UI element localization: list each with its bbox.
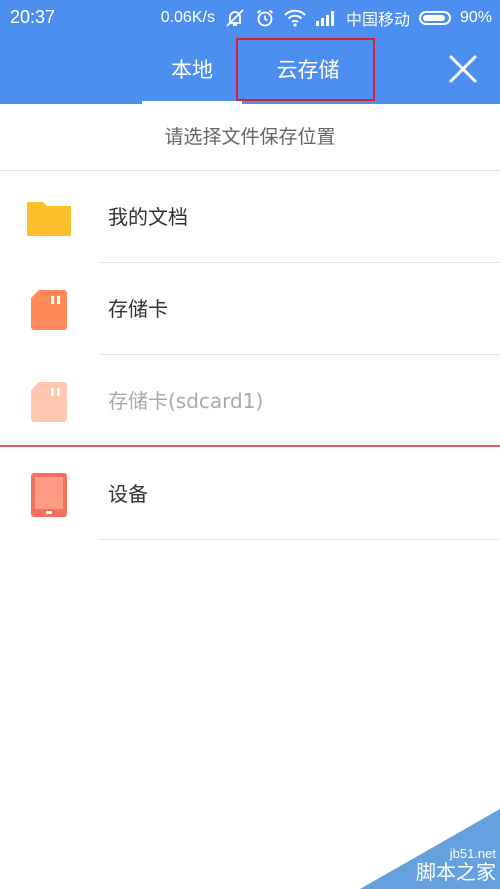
signal-icon (315, 10, 337, 26)
mute-vibrate-icon (224, 7, 246, 29)
location-item-storage-card[interactable]: 存储卡 (0, 263, 500, 355)
page-prompt: 请选择文件保存位置 (0, 104, 500, 171)
network-speed: 0.06K/s (160, 9, 215, 26)
tab-cloud-storage[interactable]: 云存储 (242, 36, 374, 104)
tablet-icon (31, 473, 67, 517)
battery-percent: 90% (459, 9, 492, 26)
location-label: 存储卡(sdcard1) (108, 389, 264, 413)
app-header: 20:37 0.06K/s 中国移动 90% 本地 云存储 (0, 0, 500, 104)
location-label: 设备 (108, 482, 148, 506)
status-icons: 0.06K/s 中国移动 90% (161, 5, 492, 31)
alarm-icon (255, 8, 275, 28)
carrier-name: 中国移动 (345, 12, 410, 29)
location-item-device[interactable]: 设备 (0, 448, 500, 540)
wifi-icon (284, 9, 306, 27)
tab-bar: 本地 云存储 (0, 36, 500, 104)
battery-level (422, 15, 445, 21)
location-item-sdcard1[interactable]: 存储卡(sdcard1) (0, 355, 500, 447)
location-label: 我的文档 (108, 205, 188, 229)
battery-icon (418, 11, 451, 25)
tab-local[interactable]: 本地 (142, 36, 242, 104)
row-divider (98, 539, 500, 540)
section-divider (0, 445, 500, 447)
sd-card-icon (31, 382, 67, 422)
watermark: jb51.net 脚本之家 (360, 809, 500, 889)
close-icon (449, 55, 477, 83)
location-label: 存储卡 (108, 297, 168, 321)
folder-icon (27, 202, 71, 236)
status-time: 20:37 (10, 7, 56, 27)
location-item-my-documents[interactable]: 我的文档 (0, 171, 500, 263)
close-button[interactable] (446, 52, 480, 86)
sd-card-icon (31, 290, 67, 330)
watermark-name: 脚本之家 (416, 860, 496, 884)
status-bar: 20:37 0.06K/s 中国移动 90% (0, 0, 500, 36)
